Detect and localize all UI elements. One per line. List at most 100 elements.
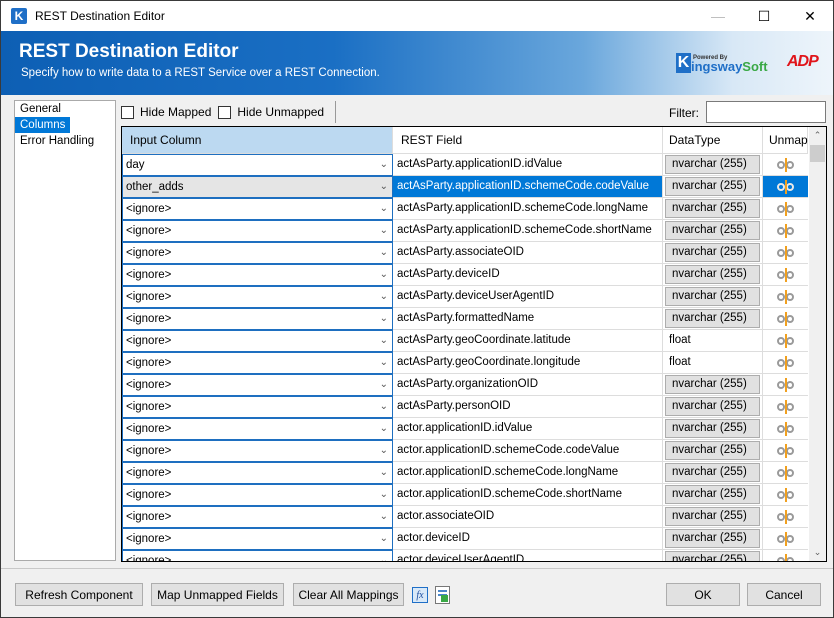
- unmap-link-icon[interactable]: [775, 333, 797, 348]
- clear-all-mappings-button[interactable]: Clear All Mappings: [293, 583, 404, 606]
- input-column-dropdown[interactable]: <ignore> ⌄: [122, 440, 393, 462]
- input-column-dropdown[interactable]: <ignore> ⌄: [122, 308, 393, 330]
- maximize-button[interactable]: ☐: [741, 1, 787, 31]
- input-column-dropdown[interactable]: <ignore> ⌄: [122, 506, 393, 528]
- hide-mapped-label[interactable]: Hide Mapped: [140, 105, 211, 119]
- hide-unmapped-label[interactable]: Hide Unmapped: [237, 105, 324, 119]
- unmap-cell[interactable]: [763, 352, 808, 373]
- sidebar-item-general[interactable]: General: [15, 101, 66, 117]
- unmap-cell[interactable]: [763, 440, 808, 461]
- hide-mapped-checkbox[interactable]: [121, 105, 134, 119]
- rest-field-cell[interactable]: actor.associateOID: [393, 506, 663, 527]
- rest-field-cell[interactable]: actAsParty.applicationID.schemeCode.long…: [393, 198, 663, 219]
- rest-field-cell[interactable]: actAsParty.applicationID.schemeCode.code…: [393, 176, 663, 197]
- chevron-down-icon[interactable]: ⌄: [380, 353, 388, 373]
- datatype-value[interactable]: nvarchar (255): [665, 419, 760, 438]
- unmap-link-icon[interactable]: [775, 223, 797, 238]
- cancel-button[interactable]: Cancel: [747, 583, 821, 606]
- expression-fx-icon[interactable]: fx: [412, 587, 428, 603]
- hide-unmapped-checkbox[interactable]: [218, 105, 232, 119]
- rest-field-cell[interactable]: actAsParty.organizationOID: [393, 374, 663, 395]
- datatype-value[interactable]: nvarchar (255): [665, 265, 760, 284]
- unmap-cell[interactable]: [763, 462, 808, 483]
- table-row[interactable]: <ignore> ⌄ actor.applicationID.schemeCode.…: [122, 440, 808, 462]
- table-row[interactable]: <ignore> ⌄ actAsParty.deviceUserAgentID nva…: [122, 286, 808, 308]
- vertical-scrollbar[interactable]: ⌃ ⌄: [809, 127, 826, 561]
- datatype-cell[interactable]: nvarchar (255): [663, 462, 763, 483]
- rest-field-cell[interactable]: actAsParty.geoCoordinate.longitude: [393, 352, 663, 373]
- datatype-value[interactable]: nvarchar (255): [665, 309, 760, 328]
- table-row[interactable]: <ignore> ⌄ actor.applicationID.idValue nvar…: [122, 418, 808, 440]
- rest-field-cell[interactable]: actAsParty.deviceUserAgentID: [393, 286, 663, 307]
- datatype-cell[interactable]: nvarchar (255): [663, 198, 763, 219]
- table-row[interactable]: <ignore> ⌄ actAsParty.geoCoordinate.latitu…: [122, 330, 808, 352]
- unmap-cell[interactable]: [763, 506, 808, 527]
- datatype-value[interactable]: nvarchar (255): [665, 287, 760, 306]
- input-column-dropdown[interactable]: <ignore> ⌄: [122, 462, 393, 484]
- rest-field-cell[interactable]: actAsParty.associateOID: [393, 242, 663, 263]
- datatype-cell[interactable]: float: [663, 330, 763, 351]
- datatype-cell[interactable]: nvarchar (255): [663, 550, 763, 561]
- table-row[interactable]: <ignore> ⌄ actor.deviceID nvarchar (255): [122, 528, 808, 550]
- chevron-down-icon[interactable]: ⌄: [380, 463, 388, 483]
- unmap-cell[interactable]: [763, 418, 808, 439]
- refresh-component-button[interactable]: Refresh Component: [15, 583, 143, 606]
- table-row[interactable]: <ignore> ⌄ actor.deviceUserAgentID nvarchar…: [122, 550, 808, 561]
- unmap-cell[interactable]: [763, 550, 808, 561]
- unmap-link-icon[interactable]: [775, 531, 797, 546]
- input-column-dropdown[interactable]: <ignore> ⌄: [122, 220, 393, 242]
- datatype-cell[interactable]: nvarchar (255): [663, 220, 763, 241]
- datatype-cell[interactable]: nvarchar (255): [663, 176, 763, 197]
- chevron-down-icon[interactable]: ⌄: [380, 221, 388, 241]
- input-column-dropdown[interactable]: <ignore> ⌄: [122, 286, 393, 308]
- unmap-link-icon[interactable]: [775, 487, 797, 502]
- unmap-link-icon[interactable]: [775, 443, 797, 458]
- datatype-value[interactable]: nvarchar (255): [665, 463, 760, 482]
- close-button[interactable]: ✕: [787, 1, 833, 31]
- table-row[interactable]: <ignore> ⌄ actAsParty.applicationID.scheme…: [122, 220, 808, 242]
- header-datatype[interactable]: DataType: [663, 127, 763, 154]
- sidebar-item-error-handling[interactable]: Error Handling: [15, 133, 99, 149]
- chevron-down-icon[interactable]: ⌄: [380, 287, 388, 307]
- table-row[interactable]: other_adds ⌄ actAsParty.applicationID.sche…: [122, 176, 808, 198]
- rest-field-cell[interactable]: actor.deviceID: [393, 528, 663, 549]
- datatype-cell[interactable]: nvarchar (255): [663, 396, 763, 417]
- chevron-down-icon[interactable]: ⌄: [380, 155, 388, 175]
- unmap-link-icon[interactable]: [775, 355, 797, 370]
- datatype-value[interactable]: nvarchar (255): [665, 441, 760, 460]
- map-unmapped-fields-button[interactable]: Map Unmapped Fields: [151, 583, 284, 606]
- chevron-down-icon[interactable]: ⌄: [380, 177, 388, 197]
- datatype-value[interactable]: nvarchar (255): [665, 155, 760, 174]
- chevron-down-icon[interactable]: ⌄: [380, 485, 388, 505]
- unmap-cell[interactable]: [763, 264, 808, 285]
- unmap-cell[interactable]: [763, 396, 808, 417]
- input-column-dropdown[interactable]: <ignore> ⌄: [122, 374, 393, 396]
- datatype-value[interactable]: nvarchar (255): [665, 243, 760, 262]
- unmap-cell[interactable]: [763, 308, 808, 329]
- scroll-down-arrow-icon[interactable]: ⌄: [809, 544, 826, 561]
- unmap-link-icon[interactable]: [775, 201, 797, 216]
- unmap-link-icon[interactable]: [775, 377, 797, 392]
- unmap-cell[interactable]: [763, 330, 808, 351]
- unmap-link-icon[interactable]: [775, 421, 797, 436]
- chevron-down-icon[interactable]: ⌄: [380, 331, 388, 351]
- unmap-link-icon[interactable]: [775, 465, 797, 480]
- unmap-link-icon[interactable]: [775, 245, 797, 260]
- unmap-cell[interactable]: [763, 484, 808, 505]
- rest-field-cell[interactable]: actor.applicationID.schemeCode.longName: [393, 462, 663, 483]
- datatype-value[interactable]: nvarchar (255): [665, 397, 760, 416]
- unmap-cell[interactable]: [763, 198, 808, 219]
- unmap-link-icon[interactable]: [775, 179, 797, 194]
- input-column-dropdown[interactable]: <ignore> ⌄: [122, 242, 393, 264]
- unmap-link-icon[interactable]: [775, 267, 797, 282]
- datatype-cell[interactable]: nvarchar (255): [663, 286, 763, 307]
- datatype-cell[interactable]: nvarchar (255): [663, 154, 763, 175]
- chevron-down-icon[interactable]: ⌄: [380, 243, 388, 263]
- rest-field-cell[interactable]: actor.applicationID.schemeCode.shortName: [393, 484, 663, 505]
- input-column-dropdown[interactable]: <ignore> ⌄: [122, 396, 393, 418]
- table-row[interactable]: <ignore> ⌄ actor.applicationID.schemeCode.…: [122, 484, 808, 506]
- input-column-dropdown[interactable]: <ignore> ⌄: [122, 550, 393, 561]
- unmap-link-icon[interactable]: [775, 509, 797, 524]
- input-column-dropdown[interactable]: <ignore> ⌄: [122, 330, 393, 352]
- unmap-cell[interactable]: [763, 374, 808, 395]
